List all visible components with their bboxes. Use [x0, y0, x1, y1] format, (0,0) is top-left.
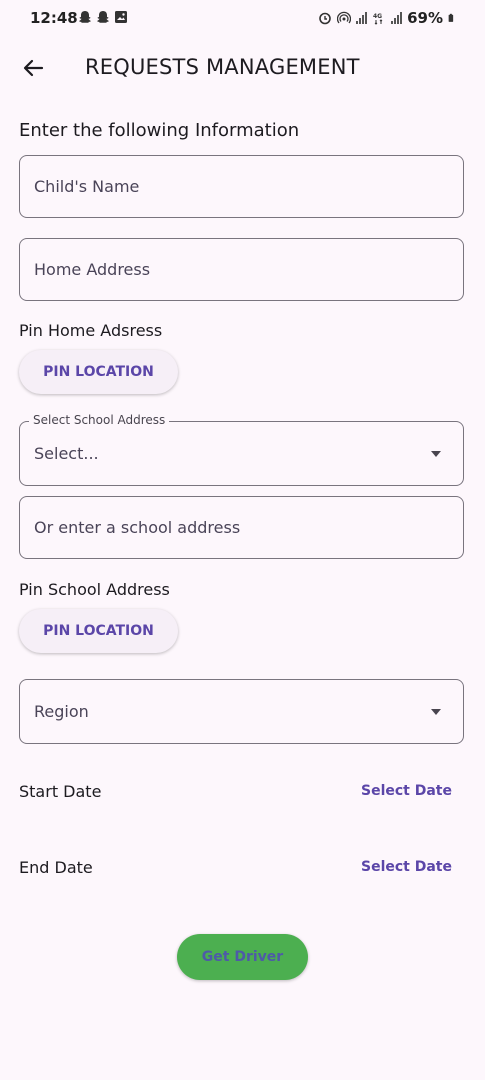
- end-date-label: End Date: [19, 858, 93, 877]
- battery-icon: [448, 13, 454, 22]
- dropdown-arrow-icon: [431, 709, 441, 715]
- status-left-icons: [78, 10, 128, 24]
- signal-icon: [356, 12, 368, 24]
- form-heading: Enter the following Information: [19, 120, 300, 141]
- 4g-icon: 4G: [373, 13, 383, 25]
- school-select-label: Select School Address: [29, 413, 170, 427]
- snapchat-icon: [97, 11, 109, 23]
- status-bar: 12:48 4G 69%: [0, 0, 485, 36]
- svg-text:4G: 4G: [373, 13, 382, 20]
- page-title: REQUESTS MANAGEMENT: [85, 55, 360, 79]
- start-date-select-button[interactable]: Select Date: [361, 783, 452, 799]
- snapchat-icon: [79, 11, 91, 23]
- battery-percent: 69%: [407, 9, 443, 27]
- status-time: 12:48: [30, 9, 78, 27]
- back-button[interactable]: [18, 54, 48, 82]
- region-select[interactable]: Region: [19, 679, 464, 744]
- dropdown-arrow-icon: [431, 451, 441, 457]
- home-address-placeholder: Home Address: [34, 260, 151, 279]
- status-right-icons: 4G 69%: [318, 9, 457, 27]
- pin-home-label: Pin Home Adsress: [19, 321, 163, 340]
- gallery-icon: [115, 11, 127, 23]
- alarm-icon: [319, 12, 331, 25]
- get-driver-button[interactable]: Get Driver: [177, 934, 308, 980]
- end-date-select-button[interactable]: Select Date: [361, 859, 452, 875]
- arrow-back-icon: [23, 59, 44, 77]
- region-placeholder: Region: [34, 702, 89, 721]
- child-name-field[interactable]: Child's Name: [19, 155, 464, 218]
- pin-school-label: Pin School Address: [19, 580, 170, 599]
- hotspot-icon: [337, 11, 352, 24]
- home-address-field[interactable]: Home Address: [19, 238, 464, 301]
- school-select-value: Select...: [34, 444, 99, 463]
- school-address-field[interactable]: Or enter a school address: [19, 496, 464, 559]
- pin-home-location-button[interactable]: PIN LOCATION: [19, 350, 178, 394]
- signal-icon: [391, 12, 403, 24]
- pin-school-location-button[interactable]: PIN LOCATION: [19, 609, 178, 653]
- school-address-select[interactable]: Select School Address Select...: [19, 413, 464, 486]
- child-name-placeholder: Child's Name: [34, 177, 140, 196]
- start-date-label: Start Date: [19, 782, 102, 801]
- school-address-placeholder: Or enter a school address: [34, 518, 241, 537]
